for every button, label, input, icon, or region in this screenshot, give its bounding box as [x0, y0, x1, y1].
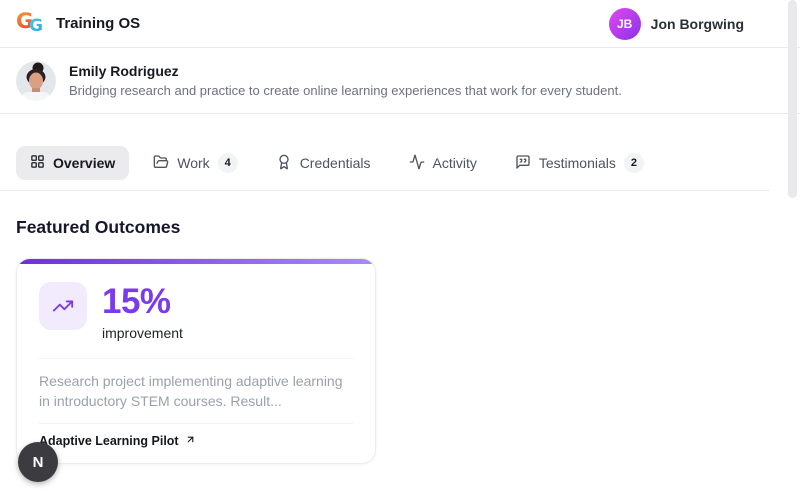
message-quote-icon — [515, 154, 531, 173]
tab-overview[interactable]: Overview — [16, 146, 129, 180]
profile-header: Emily Rodriguez Bridging research and pr… — [0, 48, 800, 114]
arrow-up-right-icon — [185, 434, 196, 448]
svg-text:G: G — [29, 16, 43, 36]
tab-credentials[interactable]: Credentials — [262, 146, 385, 180]
metric-value: 15% — [102, 282, 183, 322]
award-icon — [276, 154, 292, 173]
profile-tabs: Overview Work 4 Credentials Activity — [16, 146, 658, 180]
tab-label: Credentials — [300, 155, 371, 171]
tab-label: Activity — [433, 155, 477, 171]
profile-text: Emily Rodriguez Bridging research and pr… — [69, 63, 622, 98]
card-project-link[interactable]: Adaptive Learning Pilot — [17, 424, 375, 458]
tab-label: Testimonials — [539, 155, 616, 171]
app-title: Training OS — [56, 15, 140, 32]
section-title: Featured Outcomes — [16, 217, 180, 238]
brand[interactable]: G G Training OS — [16, 6, 140, 41]
tab-count-badge: 2 — [624, 153, 644, 173]
activity-icon — [409, 154, 425, 173]
top-header: G G Training OS JB Jon Borgwing — [0, 0, 800, 48]
metric-label: improvement — [102, 325, 183, 341]
tabs-divider — [0, 190, 769, 191]
app-logo-icon: G G — [16, 6, 46, 41]
card-description: Research project implementing adaptive l… — [17, 359, 375, 411]
profile-photo — [16, 61, 56, 101]
header-user-menu[interactable]: JB Jon Borgwing — [609, 8, 784, 40]
trending-up-icon — [39, 282, 87, 330]
scrollbar-thumb[interactable] — [788, 0, 797, 198]
floating-n-button[interactable]: N — [18, 442, 58, 482]
tab-label: Work — [177, 155, 209, 171]
user-name: Jon Borgwing — [651, 16, 744, 32]
link-label: Adaptive Learning Pilot — [39, 434, 179, 448]
card-metric-row: 15% improvement — [17, 264, 375, 341]
grid-icon — [30, 154, 45, 172]
metric-text: 15% improvement — [102, 282, 183, 341]
tab-activity[interactable]: Activity — [395, 146, 491, 180]
profile-bio: Bridging research and practice to create… — [69, 83, 622, 98]
tab-testimonials[interactable]: Testimonials 2 — [501, 146, 658, 180]
tab-label: Overview — [53, 155, 115, 171]
tab-count-badge: 4 — [218, 153, 238, 173]
folder-icon — [153, 154, 169, 173]
profile-name: Emily Rodriguez — [69, 63, 622, 79]
user-avatar[interactable]: JB — [609, 8, 641, 40]
tab-work[interactable]: Work 4 — [139, 146, 251, 180]
featured-outcome-card[interactable]: 15% improvement Research project impleme… — [16, 258, 376, 464]
